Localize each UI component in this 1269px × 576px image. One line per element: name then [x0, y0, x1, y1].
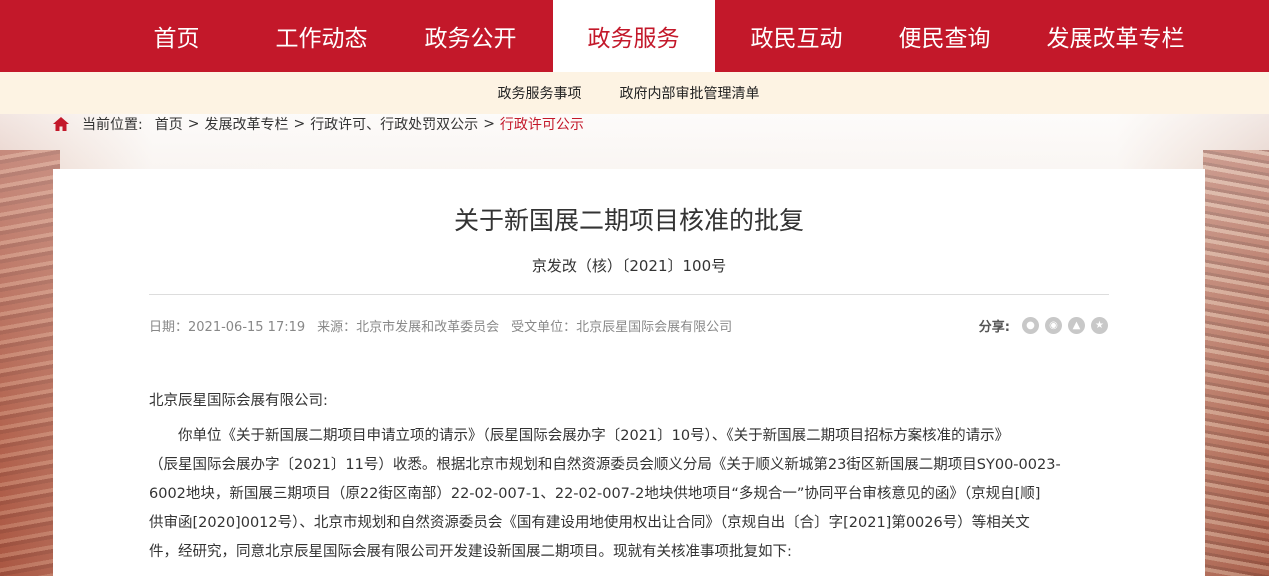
article-title: 关于新国展二期项目核准的批复: [453, 206, 804, 235]
breadcrumb-separator: >: [293, 116, 306, 132]
article-greeting: 北京辰星国际会展有限公司:: [149, 393, 328, 409]
subnav-item-service-items[interactable]: 政务服务事项: [498, 83, 582, 103]
breadcrumb-item-dual-publicity[interactable]: 行政许可、行政处罚双公示: [310, 114, 478, 134]
nav-item-reform-column[interactable]: 发展改革专栏: [1027, 0, 1205, 72]
home-icon: [52, 116, 70, 132]
breadcrumb-item-license-publicity[interactable]: 行政许可公示: [500, 114, 584, 134]
article-card: 关于新国展二期项目核准的批复 京发改（核）〔2021〕100号 日期：2021-…: [53, 169, 1205, 576]
breadcrumb: 当前位置: 首页 > 发展改革专栏 > 行政许可、行政处罚双公示 > 行政许可公…: [52, 114, 584, 134]
breadcrumb-item-reform-column[interactable]: 发展改革专栏: [204, 114, 288, 134]
breadcrumb-separator: >: [187, 116, 200, 132]
article-date: 日期：2021-06-15 17:19: [149, 320, 306, 335]
qq-icon[interactable]: ▲: [1068, 317, 1085, 334]
nav-item-home[interactable]: 首页: [119, 0, 235, 72]
article-paragraph-line: 供审函[2020]0012号）、北京市规划和自然资源委员会《国有建设用地使用权出…: [149, 515, 1030, 531]
document-number: 京发改（核）〔2021〕100号: [531, 257, 727, 275]
article-body: 北京辰星国际会展有限公司: 你单位《关于新国展二期项目申请立项的请示》（辰星国际…: [149, 387, 1111, 567]
breadcrumb-separator: >: [483, 116, 495, 132]
share-bar: 分享: ● ◉ ▲ ★: [979, 316, 1108, 335]
background-roof-right: [1203, 150, 1269, 576]
nav-item-work-news[interactable]: 工作动态: [255, 0, 389, 72]
qzone-icon[interactable]: ★: [1091, 317, 1108, 334]
title-divider: [149, 294, 1109, 295]
nav-item-convenience[interactable]: 便民查询: [879, 0, 1011, 72]
nav-item-gov-open[interactable]: 政务公开: [405, 0, 537, 72]
nav-item-gov-service[interactable]: 政务服务: [552, 0, 715, 72]
background-roof-left: [0, 150, 60, 576]
subnav-item-approval-list[interactable]: 政府内部审批管理清单: [620, 83, 760, 103]
share-label: 分享:: [978, 320, 1010, 335]
main-nav: 首页 工作动态 政务公开 政务服务 政民互动 便民查询 发展改革专栏: [0, 0, 1269, 72]
article-meta: 日期：2021-06-15 17:19 来源：北京市发展和改革委员会 受文单位：…: [149, 316, 732, 335]
article-source: 来源：北京市发展和改革委员会: [317, 320, 500, 335]
article-paragraph-line: （辰星国际会展办字〔2021〕11号）收悉。根据北京市规划和自然资源委员会顺义分…: [149, 457, 1061, 473]
article-paragraph-line: 你单位《关于新国展二期项目申请立项的请示》（辰星国际会展办字〔2021〕10号）…: [178, 428, 1010, 444]
article-recipient: 受文单位：北京辰星国际会展有限公司: [511, 320, 733, 335]
breadcrumb-item-home[interactable]: 首页: [155, 114, 183, 134]
breadcrumb-prefix: 当前位置:: [82, 117, 143, 133]
sub-nav: 政务服务事项 政府内部审批管理清单: [0, 72, 1269, 114]
article-paragraph-line: 6002地块，新国展三期项目（原22街区南部）22-02-007-1、22-02…: [149, 486, 1041, 502]
weibo-icon[interactable]: ◉: [1045, 317, 1062, 334]
article-paragraph-line: 件，经研究，同意北京辰星国际会展有限公司开发建设新国展二期项目。现就有关核准事项…: [149, 544, 792, 560]
nav-item-interaction[interactable]: 政民互动: [731, 0, 863, 72]
wechat-icon[interactable]: ●: [1022, 317, 1039, 334]
